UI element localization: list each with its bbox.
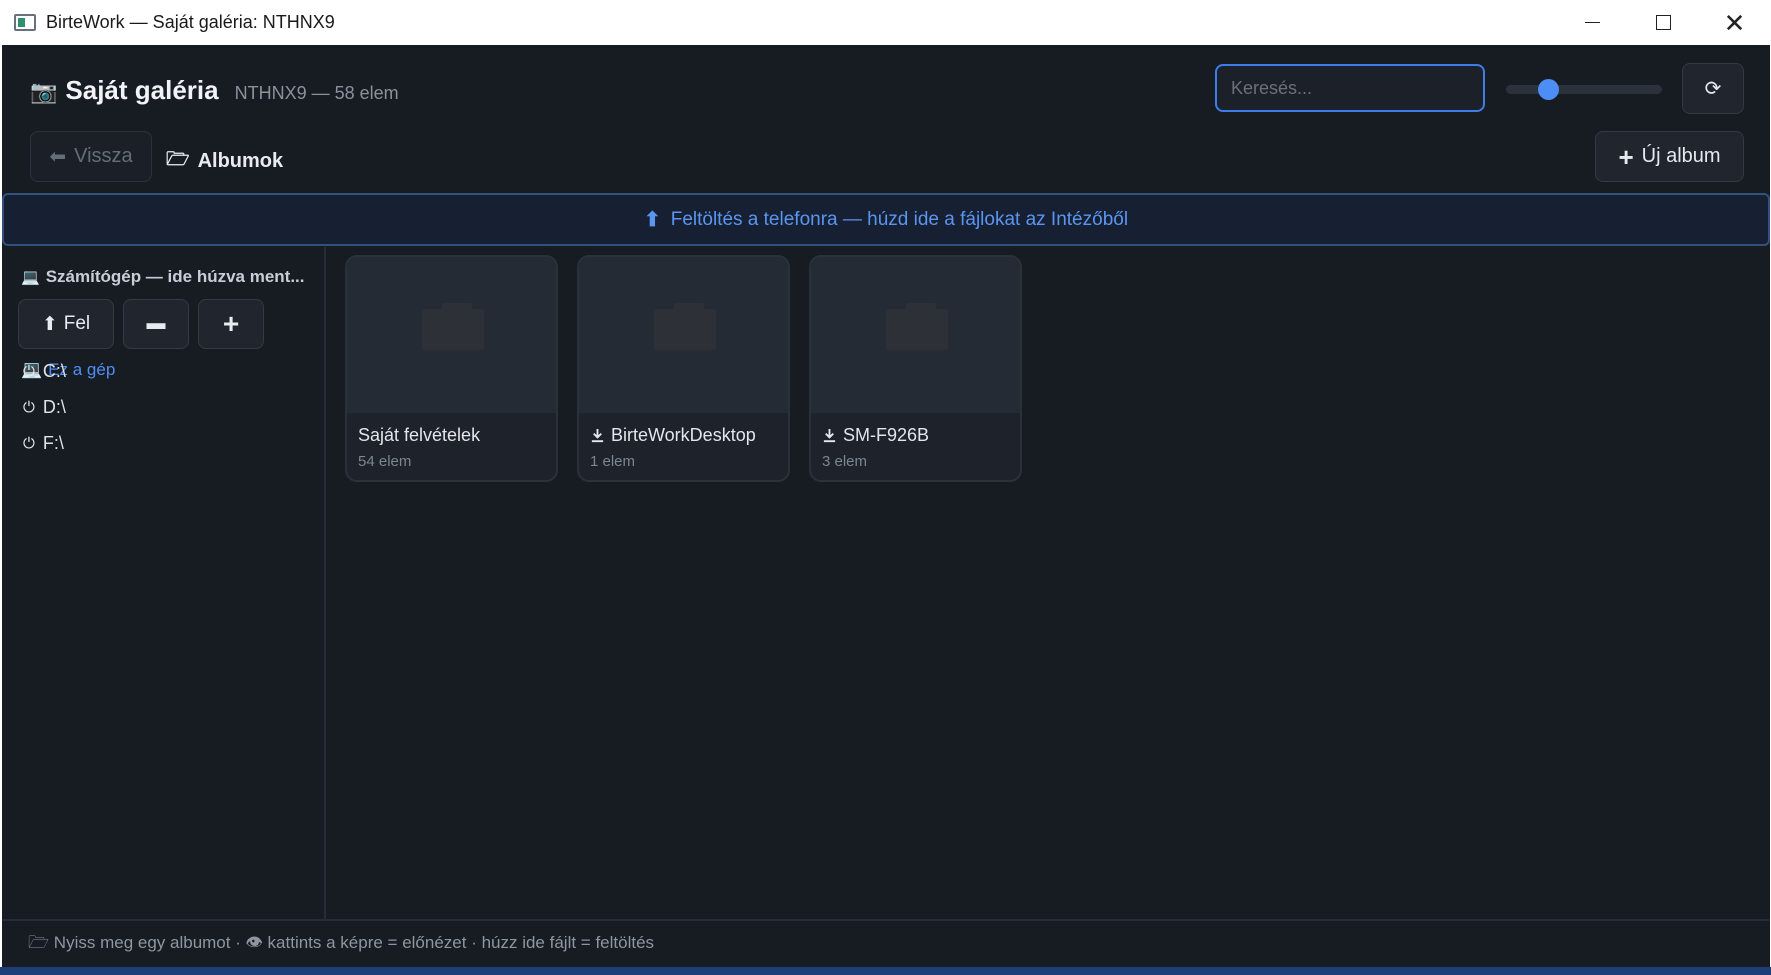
breadcrumb: 🗁 Albumok [166, 145, 283, 177]
download-icon [823, 428, 836, 443]
folder-icon [422, 303, 484, 350]
zoom-slider[interactable] [1506, 79, 1662, 100]
status-text: 🗁 Nyiss meg egy albumot · 👁 kattints a k… [28, 932, 655, 952]
zoom-slider-thumb[interactable] [1538, 79, 1559, 100]
up-folder-label: Fel [63, 313, 91, 334]
disk-icon: ⏻ [23, 435, 35, 452]
page-title: Saját galéria [65, 75, 219, 105]
album-thumbnail [347, 257, 556, 413]
minimize-button[interactable] [1557, 0, 1628, 45]
upload-text: Feltöltés a telefonra — húzd ide a fájlo… [670, 208, 1129, 230]
album-count: 3 elem [822, 453, 868, 470]
taskbar-edge [0, 967, 1771, 975]
album-name: BirteWorkDesktop [590, 425, 756, 446]
search-input[interactable] [1215, 64, 1485, 112]
title-bar: BirteWork — Saját galéria: NTHNX9 ✕ [2, 0, 1770, 45]
arrow-left-icon: ⬅ [49, 146, 67, 168]
album-count: 1 elem [590, 453, 636, 470]
drives-button[interactable]: ▬ [123, 299, 189, 349]
album-name: Saját felvételek [358, 425, 480, 446]
album-grid: Saját felvételek 54 elem BirteWorkDeskto… [328, 247, 1770, 919]
back-button[interactable]: ⬅ Vissza [30, 131, 152, 182]
refresh-button[interactable]: ⟳ [1682, 63, 1744, 114]
disk-icon: ⏻ [23, 363, 35, 380]
new-album-button[interactable]: + Új album [1595, 131, 1744, 182]
drive-icon: ▬ [146, 313, 166, 334]
computer-sidebar: 💻 Számítógép — ide húzva ment... ⬆ Fel ▬… [2, 247, 326, 919]
disk-icon: ⏻ [23, 399, 35, 416]
laptop-icon: 💻 [21, 269, 40, 286]
sidebar-header-text: Számítógép — ide húzva ment... [45, 267, 305, 286]
folder-icon [886, 303, 948, 350]
app-icon [14, 14, 36, 31]
window-title: BirteWork — Saját galéria: NTHNX9 [46, 12, 335, 32]
minimize-icon [1585, 21, 1600, 24]
gallery-header: 📷 Saját galéria NTHNX9 — 58 elem ⟳ ⬅ Vis… [2, 45, 1770, 193]
download-icon [591, 428, 604, 443]
maximize-button[interactable] [1628, 0, 1699, 45]
drive-item-c[interactable]: ⏻ C:\ [23, 361, 66, 382]
album-name-text: Saját felvételek [358, 425, 481, 445]
album-thumbnail [811, 257, 1020, 413]
plus-icon: + [1618, 141, 1634, 172]
up-folder-button[interactable]: ⬆ Fel [18, 299, 114, 349]
plus-icon: + [222, 308, 240, 339]
album-name: SM-F926B [822, 425, 929, 446]
album-card[interactable]: Saját felvételek 54 elem [345, 255, 558, 482]
folder-open-icon: 🗁 [166, 149, 190, 170]
album-name-text: BirteWorkDesktop [611, 425, 756, 445]
close-icon: ✕ [1723, 7, 1746, 38]
camera-icon: 📷 [30, 79, 58, 104]
refresh-icon: ⟳ [1704, 78, 1722, 100]
back-button-label: Vissza [74, 145, 133, 167]
status-bar: 🗁 Nyiss meg egy albumot · 👁 kattints a k… [2, 919, 1770, 967]
drive-item-f[interactable]: ⏻ F:\ [23, 433, 64, 454]
close-button[interactable]: ✕ [1699, 0, 1770, 45]
drive-label: C:\ [42, 361, 66, 381]
arrow-up-icon: ⬆ [41, 313, 58, 335]
sidebar-header: 💻 Számítógép — ide húzva ment... [21, 267, 321, 287]
new-folder-button[interactable]: + [198, 299, 264, 349]
drive-label: D:\ [42, 397, 66, 417]
album-count: 54 elem [358, 453, 412, 470]
breadcrumb-label: Albumok [197, 149, 284, 172]
album-thumbnail [579, 257, 788, 413]
page-subtitle: NTHNX9 — 58 elem [234, 83, 399, 103]
upload-arrow-icon: ⬆ [643, 209, 661, 231]
drive-item-d[interactable]: ⏻ D:\ [23, 397, 66, 418]
album-card[interactable]: SM-F926B 3 elem [809, 255, 1022, 482]
maximize-icon [1656, 15, 1671, 30]
new-album-label: Új album [1641, 145, 1721, 167]
upload-drop-zone[interactable]: ⬆ Feltöltés a telefonra — húzd ide a fáj… [2, 193, 1770, 246]
album-card[interactable]: BirteWorkDesktop 1 elem [577, 255, 790, 482]
drive-label: F:\ [42, 433, 64, 453]
album-name-text: SM-F926B [843, 425, 930, 445]
window-controls: ✕ [1557, 0, 1770, 45]
brand: 📷 Saját galéria NTHNX9 — 58 elem [30, 75, 399, 106]
app-window: BirteWork — Saját galéria: NTHNX9 ✕ 📷 Sa… [2, 0, 1770, 967]
folder-icon [654, 303, 716, 350]
